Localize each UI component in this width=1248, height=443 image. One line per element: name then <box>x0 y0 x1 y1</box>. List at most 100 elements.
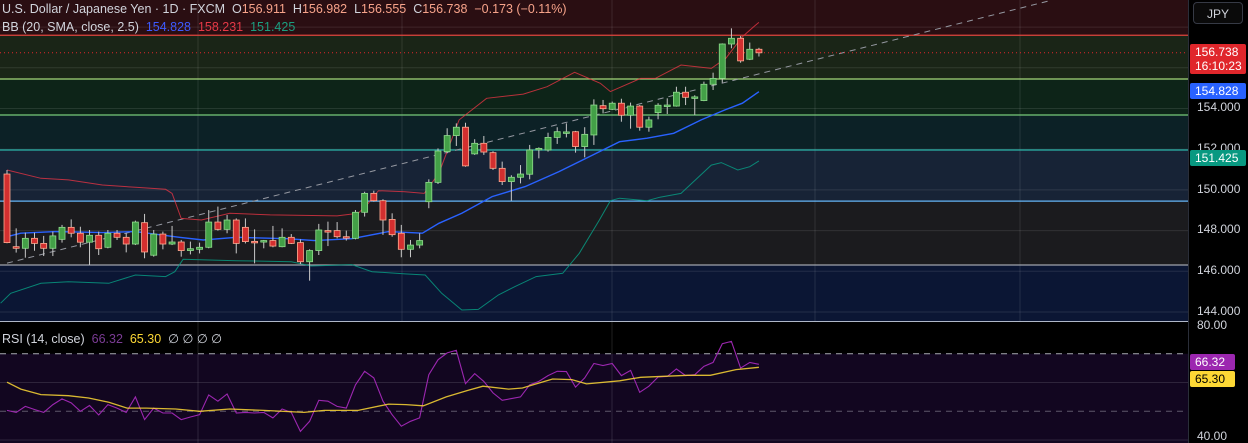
candle-down <box>572 131 579 147</box>
low-value: 156.555 <box>361 2 407 16</box>
candle-down <box>287 236 295 244</box>
candle-down <box>682 91 689 98</box>
last-price-tag: 156.738 16:10:23 <box>1190 44 1246 74</box>
candle-down <box>388 219 396 236</box>
candle-down <box>242 226 249 242</box>
candle-down <box>177 241 185 251</box>
candle-up <box>718 43 726 79</box>
price-chart[interactable] <box>0 0 1188 322</box>
candle-up <box>728 37 735 45</box>
candle-down <box>31 237 38 244</box>
low-label: L <box>354 2 362 16</box>
candle-up <box>196 246 203 250</box>
candle-up <box>691 96 699 99</box>
candle-up <box>590 104 598 136</box>
candle-up <box>86 234 93 243</box>
candle-up <box>205 221 213 248</box>
price-axis[interactable]: 154.000 152.000 150.000 148.000 146.000 … <box>1188 0 1248 443</box>
close-value: 156.738 <box>422 2 468 16</box>
candle-up <box>562 131 570 134</box>
high-label: H <box>292 2 302 16</box>
level-zone <box>0 264 1188 322</box>
candle-down <box>462 126 469 167</box>
candle-up <box>186 248 194 251</box>
candle-down <box>297 242 304 263</box>
candle-down <box>480 142 488 153</box>
rsi-tag: 66.32 <box>1190 354 1235 370</box>
rsi-band-fill <box>0 353 1188 443</box>
candle-down <box>159 233 167 245</box>
candle-up <box>361 192 369 213</box>
rsi-ma-tag: 65.30 <box>1190 371 1235 387</box>
rsi-tick: 80.00 <box>1197 318 1228 332</box>
candle-down <box>737 37 744 62</box>
currency-button[interactable]: JPY <box>1193 2 1243 24</box>
candle-up <box>21 237 29 249</box>
candle-up <box>645 119 653 128</box>
candle-up <box>278 236 286 248</box>
bb-legend[interactable]: BB (20, SMA, close, 2.5) 154.828 158.231… <box>2 20 295 34</box>
candle-down <box>379 200 387 221</box>
candle-down <box>141 222 148 253</box>
candle-up <box>608 102 616 110</box>
candle-up <box>746 48 754 60</box>
candle-up <box>700 83 708 101</box>
candle-up <box>223 219 231 230</box>
price-tick: 144.000 <box>1197 304 1241 318</box>
candle-down <box>342 236 350 239</box>
rsi-legend[interactable]: RSI (14, close) 66.32 65.30 ∅ ∅ ∅ ∅ <box>2 331 222 346</box>
candle-down <box>122 236 130 245</box>
price-tick: 154.000 <box>1197 100 1241 114</box>
candle-up <box>168 241 176 245</box>
pane-separator[interactable] <box>0 321 1248 322</box>
candle-down <box>489 152 497 169</box>
candle-up <box>581 133 589 147</box>
candle-down <box>755 48 763 54</box>
candle-down <box>324 230 332 233</box>
candle-up <box>131 221 139 245</box>
level-zone <box>0 35 1188 79</box>
candle-up <box>544 136 552 151</box>
rsi-label: RSI (14, close) <box>2 332 85 346</box>
candle-down <box>12 246 20 249</box>
candle-down <box>599 105 607 110</box>
candle-down <box>95 234 103 250</box>
candle-up <box>58 226 66 240</box>
rsi-extra-values: ∅ ∅ ∅ ∅ <box>168 332 223 346</box>
candle-up <box>627 105 634 116</box>
high-value: 156.982 <box>301 2 348 16</box>
candle-up <box>306 250 314 263</box>
close-label: C <box>413 2 423 16</box>
candle-up <box>709 77 717 85</box>
candle-up <box>416 240 424 246</box>
last-price: 156.738 <box>1195 45 1239 59</box>
candle-up <box>673 91 680 107</box>
bb-lower-value: 151.425 <box>250 20 296 34</box>
change-value: −0.173 (−0.11%) <box>474 2 567 16</box>
candle-down <box>636 105 644 128</box>
candle-up <box>150 233 158 256</box>
candle-down <box>617 102 625 116</box>
open-label: O <box>231 2 242 16</box>
open-value: 156.911 <box>241 2 286 16</box>
candle-up <box>452 126 460 136</box>
price-tick: 146.000 <box>1197 263 1241 277</box>
rsi-value: 66.32 <box>91 332 123 346</box>
candle-down <box>113 232 121 238</box>
candle-down <box>269 240 277 247</box>
candle-down <box>498 167 506 182</box>
candle-up <box>425 181 433 203</box>
candle-up <box>507 176 515 182</box>
candle-down <box>3 173 11 244</box>
candle-down <box>370 192 378 202</box>
candle-up <box>535 147 543 151</box>
bb-upper-value: 158.231 <box>197 20 244 34</box>
candle-up <box>260 240 268 243</box>
bb-lower-tag: 151.425 <box>1190 150 1246 166</box>
candle-down <box>76 232 84 243</box>
candle-down <box>251 240 258 244</box>
bb-basis-tag: 154.828 <box>1190 83 1246 99</box>
candle-up <box>654 104 662 113</box>
candle-up <box>49 235 57 249</box>
price-tick: 150.000 <box>1197 182 1241 196</box>
